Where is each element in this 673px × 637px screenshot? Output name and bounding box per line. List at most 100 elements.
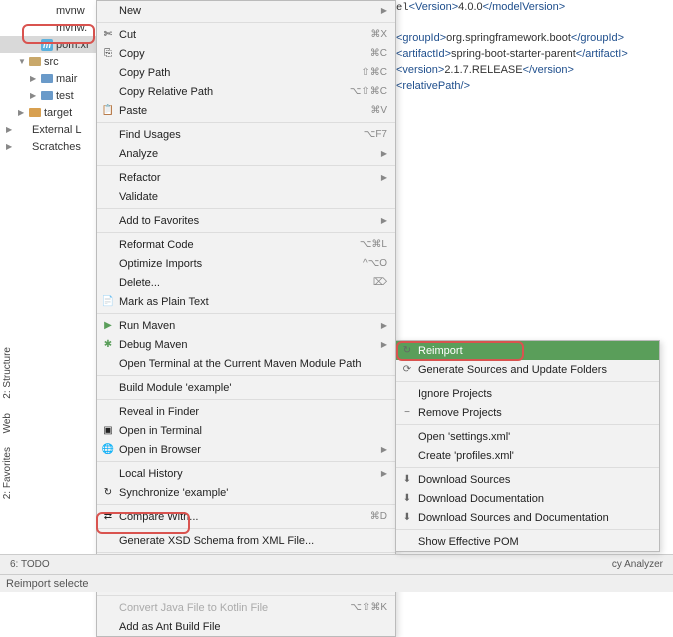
bottom-tool-tabs: 6: TODO cy Analyzer [0, 554, 673, 574]
submenu-arrow-icon: ▶ [381, 173, 387, 182]
menu-item-label: Add as Ant Build File [119, 621, 221, 633]
shortcut-label: ⌦ [373, 277, 387, 288]
menu-item[interactable]: Copy Path⇧⌘C [97, 63, 395, 82]
menu-item-label: Reformat Code [119, 239, 194, 251]
menu-item-label: Validate [119, 191, 158, 203]
menu-item[interactable]: Generate XSD Schema from XML File... [97, 531, 395, 550]
menu-item-label: Cut [119, 29, 136, 41]
tree-item[interactable]: ▶Scratches [0, 138, 100, 155]
menu-item[interactable]: Refactor▶ [97, 168, 395, 187]
tree-item[interactable]: ▶test [0, 87, 100, 104]
shortcut-label: ⌘V [370, 105, 387, 116]
menu-item-label: Add to Favorites [119, 215, 199, 227]
menu-item[interactable]: Find Usages⌥F7 [97, 125, 395, 144]
submenu-item-label: Reimport [418, 345, 463, 357]
submenu-arrow-icon: ▶ [381, 445, 387, 454]
tree-item[interactable]: ▼src [0, 53, 100, 70]
menu-item-label: Copy Path [119, 67, 170, 79]
menu-item[interactable]: New▶ [97, 1, 395, 20]
debug-icon: ✱ [101, 338, 115, 352]
tree-item-label: mvnw [56, 5, 85, 17]
menu-item[interactable]: Copy Relative Path⌥⇧⌘C [97, 82, 395, 101]
menu-item-label: Copy [119, 48, 145, 60]
submenu-item[interactable]: ⬇ Download Documentation [396, 489, 659, 508]
tab-dependency-analyzer[interactable]: cy Analyzer [602, 557, 673, 572]
menu-item[interactable]: ▣ Open in Terminal [97, 421, 395, 440]
tree-item[interactable]: ▶mair [0, 70, 100, 87]
submenu-item-label: Download Documentation [418, 493, 544, 505]
menu-item[interactable]: Reveal in Finder [97, 402, 395, 421]
submenu-item[interactable]: ⬇Download Sources [396, 470, 659, 489]
submenu-arrow-icon: ▶ [381, 469, 387, 478]
menu-item[interactable]: Add as Ant Build File [97, 617, 395, 636]
tree-item-label: Scratches [32, 141, 81, 153]
maven-file-icon: m [40, 38, 54, 52]
tree-item[interactable]: ▶target [0, 104, 100, 121]
submenu-item[interactable]: ↻Reimport [396, 341, 659, 360]
menu-item[interactable]: Add to Favorites▶ [97, 211, 395, 230]
menu-item[interactable]: Optimize Imports^⌥O [97, 254, 395, 273]
submenu-item-label: Ignore Projects [418, 388, 492, 400]
tree-item[interactable]: mvnw [0, 2, 100, 19]
menu-item[interactable]: Analyze ▶ [97, 144, 395, 163]
submenu-item[interactable]: Ignore Projects [396, 384, 659, 403]
action-icon: ⬇ [400, 492, 414, 506]
menu-item[interactable]: ✱Debug Maven▶ [97, 335, 395, 354]
side-tool-button[interactable]: Web [0, 406, 15, 440]
side-tool-button[interactable]: 2: Structure [0, 340, 15, 406]
menu-item[interactable]: ↻Synchronize 'example' [97, 483, 395, 502]
menu-item-label: Analyze [119, 148, 158, 160]
menu-item[interactable]: 📋Paste⌘V [97, 101, 395, 120]
action-icon: ⬇ [400, 511, 414, 525]
menu-item[interactable]: ▶Run Maven▶ [97, 316, 395, 335]
submenu-item[interactable]: Show Effective POM [396, 532, 659, 551]
submenu-arrow-icon: ▶ [381, 6, 387, 15]
shortcut-label: ^⌥O [363, 258, 387, 269]
menu-item[interactable]: ⇄Compare With...⌘D [97, 507, 395, 526]
menu-item-label: Generate XSD Schema from XML File... [119, 535, 314, 547]
menu-item-label: Run Maven [119, 320, 175, 332]
menu-item-label: Find Usages [119, 129, 181, 141]
submenu-item[interactable]: Open 'settings.xml' [396, 427, 659, 446]
tree-item[interactable]: mpom.xr [0, 36, 100, 53]
submenu-item[interactable]: Create 'profiles.xml' [396, 446, 659, 465]
tree-item-label: External L [32, 124, 82, 136]
menu-item[interactable]: 🌐Open in Browser▶ [97, 440, 395, 459]
menu-item-label: Open in Terminal [119, 425, 202, 437]
▣-icon: ▣ [101, 424, 115, 438]
menu-item[interactable]: ✄Cut⌘X [97, 25, 395, 44]
menu-item[interactable]: 📄Mark as Plain Text [97, 292, 395, 311]
menu-item-label: Compare With... [119, 511, 198, 523]
menu-item[interactable]: Open Terminal at the Current Maven Modul… [97, 354, 395, 373]
shortcut-label: ⌥⇧⌘C [350, 86, 387, 97]
menu-item[interactable]: Reformat Code⌥⌘L [97, 235, 395, 254]
submenu-item-label: Download Sources and Documentation [418, 512, 609, 524]
run-icon: ▶ [101, 319, 115, 333]
tree-item[interactable]: ▶External L [0, 121, 100, 138]
📋-icon: 📋 [101, 104, 115, 118]
menu-item[interactable]: Validate [97, 187, 395, 206]
menu-item[interactable]: Build Module 'example' [97, 378, 395, 397]
tree-item-label: pom.xr [56, 39, 90, 51]
menu-item-label: Delete... [119, 277, 160, 289]
submenu-item-label: Download Sources [418, 474, 510, 486]
submenu-item[interactable]: ⟳Generate Sources and Update Folders [396, 360, 659, 379]
submenu-arrow-icon: ▶ [381, 149, 387, 158]
context-menu: New▶✄Cut⌘X⎘Copy⌘CCopy Path⇧⌘CCopy Relati… [96, 0, 396, 637]
menu-item[interactable]: Local History▶ [97, 464, 395, 483]
🌐-icon: 🌐 [101, 443, 115, 457]
project-tree: mvnwmvnw.mpom.xr▼src▶mair▶test▶target▶Ex… [0, 0, 100, 540]
folder-icon [28, 55, 42, 69]
submenu-item[interactable]: ⬇ Download Sources and Documentation [396, 508, 659, 527]
menu-item-label: Convert Java File to Kotlin File [119, 602, 268, 614]
⇄-icon: ⇄ [101, 510, 115, 524]
tab-todo[interactable]: 6: TODO [0, 557, 60, 572]
menu-item[interactable]: Delete... ⌦ [97, 273, 395, 292]
submenu-item[interactable]: −Remove Projects [396, 403, 659, 422]
menu-item[interactable]: ⎘Copy⌘C [97, 44, 395, 63]
⎘-icon: ⎘ [101, 47, 115, 61]
tree-item[interactable]: mvnw. [0, 19, 100, 36]
shortcut-label: ⌘X [370, 29, 387, 40]
side-tool-button[interactable]: 2: Favorites [0, 440, 15, 506]
folder-icon [28, 106, 42, 120]
